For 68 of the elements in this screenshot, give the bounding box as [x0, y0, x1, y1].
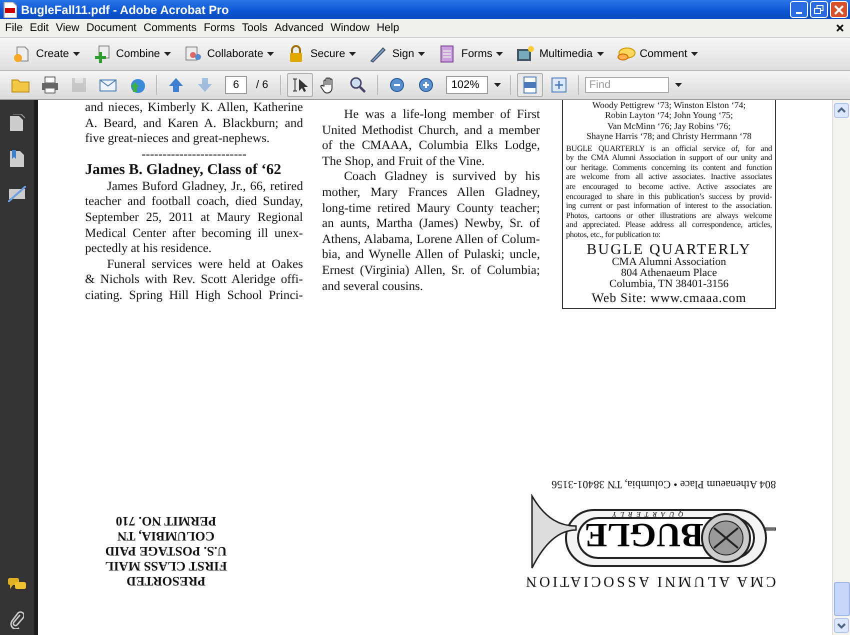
toolbar-icon — [92, 44, 112, 64]
toolbar-menu-button[interactable]: Create — [10, 44, 82, 64]
paragraph: Funeral services were held at Oakes & Nichols with Rev. Scott Aleridge offi- ciating. Spring Hill High School Princi- — [85, 256, 303, 304]
caret-icon — [496, 52, 504, 56]
menu-item[interactable]: Comments — [142, 22, 202, 34]
select-tool-icon[interactable] — [287, 73, 314, 97]
vertical-scrollbar[interactable] — [832, 100, 850, 635]
close-document-icon[interactable] — [836, 24, 844, 32]
caret-icon — [73, 52, 80, 56]
paragraph: Coach Gladney is survived by his mother, Mary Frances Allen Gladney, long-time retired Maury County teacher; an aunts, Martha (James) Newby, Sr. of Athens, Alabama, Lorene Allen of Colum- bia, and Wynelle Allen of Pulaski; uncle, Ernest (Virginia) Allen, Sr. of Columbia; and several cousins. — [322, 169, 540, 294]
newsletter-title: BUGLE QUARTERLY — [586, 242, 752, 257]
zoom-field[interactable]: 102% — [446, 76, 488, 94]
menu-item[interactable]: Forms — [202, 22, 240, 34]
minimize-button[interactable] — [790, 1, 808, 18]
caret-icon — [349, 52, 356, 56]
maximize-button[interactable] — [810, 1, 828, 18]
toolbar-menu-button[interactable]: Combine — [90, 44, 174, 64]
caret-icon — [418, 52, 426, 56]
pages-icon[interactable] — [9, 114, 25, 132]
page-number-field[interactable]: 6 — [225, 76, 247, 94]
toolbar-menu-button[interactable]: Comment — [614, 44, 700, 64]
staff-list: Woody Pettigrew ‘73; Winston Elston ‘74; Robin Layton ‘74; John Young ‘75; Van McMinn ‘76; Jay Robins ‘76; Shayne Harris ‘78; and Christy Herrmann ‘78 — [566, 100, 772, 142]
toolbar-menu-button[interactable]: Sign — [366, 44, 428, 64]
dashed-separator: ------------------------- — [140, 146, 248, 161]
caret-icon — [691, 52, 698, 56]
toolbar-icon — [515, 44, 536, 64]
menu-item[interactable]: File — [3, 22, 28, 34]
menu-item[interactable]: Window — [328, 22, 375, 34]
menu-item[interactable]: Tools — [240, 22, 273, 34]
close-icon — [834, 4, 844, 14]
scroll-down-icon[interactable] — [834, 618, 849, 633]
menu-item[interactable]: Document — [84, 22, 142, 34]
scroll-thumb[interactable] — [834, 582, 850, 616]
mailing-address: CMA Alumni Association 804 Athenaeum Place Columbia, TN 38401-3156 — [608, 256, 729, 290]
caret-icon — [164, 52, 172, 56]
toolbar-menu-button[interactable]: Secure — [284, 44, 358, 64]
paragraph: James Buford Gladney, Jr., 66, retired teacher and football coach, died Sunday, September 25, 2011 at Maury Regional Medical Center after becoming ill unex- pectedly at his residence. — [85, 178, 303, 257]
signatures-icon[interactable] — [8, 186, 26, 202]
paragraph: and nieces, Kimberly K. Allen, Katherine A. Beard, and Karen A. Blackburn; and five great-nieces and great-nephews. — [85, 100, 303, 147]
page-total: / 6 — [256, 79, 268, 91]
restore-icon — [814, 4, 824, 14]
caret-icon — [267, 52, 274, 56]
bookmarks-icon[interactable] — [9, 150, 25, 168]
obituary-heading: James B. Gladney, Class of ‘62 — [85, 160, 282, 179]
toolbar-menu-button[interactable]: Collaborate — [181, 44, 276, 64]
menu-item[interactable]: View — [54, 22, 84, 34]
toolbar-menu-button[interactable]: Multimedia — [513, 44, 606, 64]
about-paragraph: BUGLE QUARTERLY is an official service of, for and by the CMA Alumni Association in support of our unity and our heritage. Comments concerning its content and function are welcome from all active associates. Inactive associates are encouraged to become active. Active associates are encouraged to share in this publication’s success by provid- ing current or past information of interest to the association. Photos, cartoons or other illustrations are always welcome and appreciated. Please address all correspondence, articles, photos, etc., for publication to: — [566, 144, 772, 240]
return-address: 804 Athenaeum Place • Columbia, TN 38401-3156 — [551, 478, 776, 490]
toolbar-menu-button[interactable]: Forms — [435, 44, 506, 64]
paragraph: He was a life-long member of First United Methodist Church, and a member of the CMAAA, Columbia Elks Lodge, The Shop, and Fruit of the Vine. — [322, 107, 540, 170]
association-name: CMA ALUMNI ASSOCIATION — [523, 572, 776, 589]
scroll-up-icon[interactable] — [834, 103, 849, 118]
minimize-icon — [796, 12, 802, 14]
menu-item[interactable]: Advanced — [272, 22, 328, 34]
caret-icon — [596, 52, 604, 56]
menu-item[interactable]: Help — [374, 22, 404, 34]
website-text: Web Site: www.cmaaa.com — [590, 290, 748, 305]
fit-width-icon[interactable] — [517, 73, 544, 97]
attachments-icon[interactable] — [10, 611, 24, 629]
postage-indicia: PRESORTED FIRST CLASS MAIL U.S. POSTAGE PAID COLUMBIA, TN PERMIT NO. 710 — [104, 514, 228, 589]
find-field[interactable]: Find — [585, 77, 670, 93]
pdf-file-icon — [3, 2, 17, 18]
menu-item[interactable]: Edit — [28, 22, 54, 34]
window-title: BugleFall11.pdf - Adobe Acrobat Pro — [21, 2, 229, 16]
close-button[interactable] — [830, 1, 848, 18]
dropdown-icon[interactable] — [494, 83, 502, 87]
dropdown-icon[interactable] — [675, 83, 682, 87]
